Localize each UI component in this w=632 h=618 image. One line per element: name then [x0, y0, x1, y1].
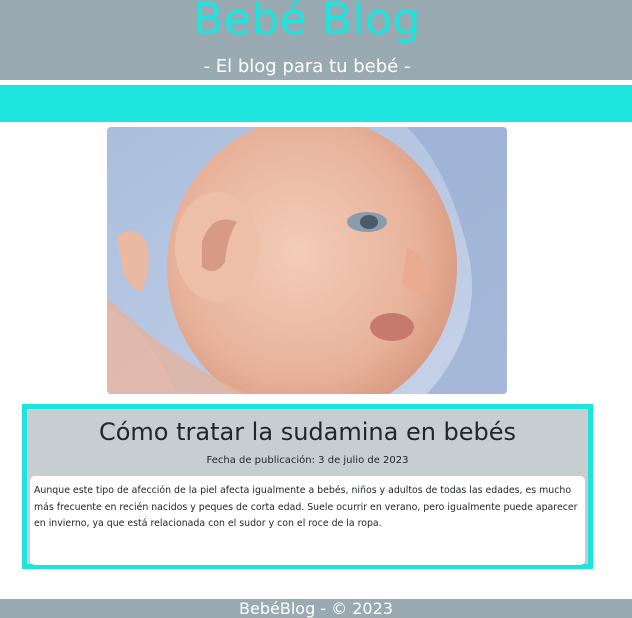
post-body: Aunque este tipo de afección de la piel … [30, 476, 585, 565]
site-title: Bebé Blog [192, 0, 421, 45]
site-subtitle: - El blog para tu bebé - [203, 56, 411, 77]
nav-bar [0, 85, 632, 122]
post-date: Fecha de publicación: 3 de julio de 2023 [206, 455, 409, 466]
site-footer: BebéBlog - © 2023 [0, 599, 632, 618]
post-card: Cómo tratar la sudamina en bebés Fecha d… [22, 404, 593, 569]
baby-photo [107, 127, 507, 394]
post-title[interactable]: Cómo tratar la sudamina en bebés [27, 416, 588, 448]
hero-image [107, 127, 507, 394]
site-header: Bebé Blog - El blog para tu bebé - [0, 0, 632, 80]
